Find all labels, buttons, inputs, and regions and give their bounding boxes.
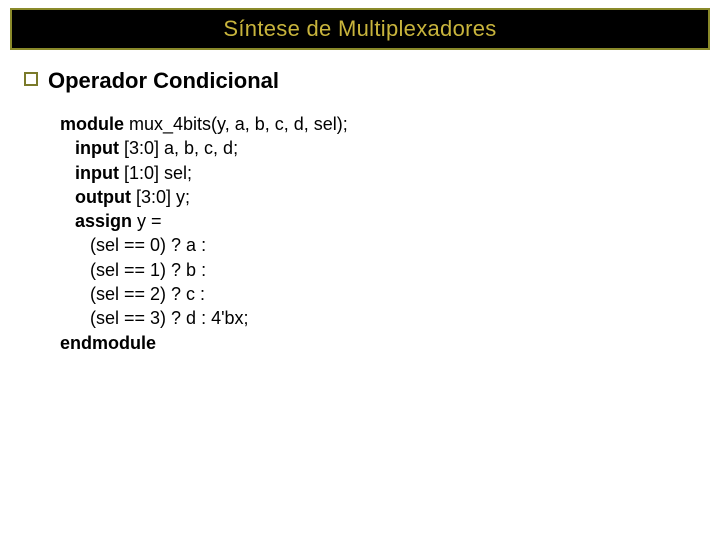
code-text: mux_4bits(y, a, b, c, d, sel); [124, 114, 348, 134]
code-text: (sel == 1) ? b : [60, 260, 206, 280]
code-text: (sel == 3) ? d : 4'bx; [60, 308, 249, 328]
code-block: module mux_4bits(y, a, b, c, d, sel); in… [24, 112, 710, 355]
slide: Síntese de Multiplexadores Operador Cond… [0, 0, 720, 540]
slide-title: Síntese de Multiplexadores [223, 16, 496, 41]
keyword-endmodule: endmodule [60, 333, 156, 353]
code-text: [1:0] sel; [119, 163, 192, 183]
code-text: [3:0] y; [131, 187, 190, 207]
heading-row: Operador Condicional [24, 68, 710, 94]
content-area: Operador Condicional module mux_4bits(y,… [10, 68, 710, 355]
keyword-input: input [75, 163, 119, 183]
square-bullet-icon [24, 72, 38, 86]
keyword-input: input [75, 138, 119, 158]
code-text: [3:0] a, b, c, d; [119, 138, 238, 158]
code-text: y = [132, 211, 162, 231]
title-bar: Síntese de Multiplexadores [10, 8, 710, 50]
code-text: (sel == 2) ? c : [60, 284, 205, 304]
keyword-module: module [60, 114, 124, 134]
keyword-output: output [75, 187, 131, 207]
keyword-assign: assign [75, 211, 132, 231]
section-heading: Operador Condicional [48, 68, 279, 94]
code-text: (sel == 0) ? a : [60, 235, 206, 255]
